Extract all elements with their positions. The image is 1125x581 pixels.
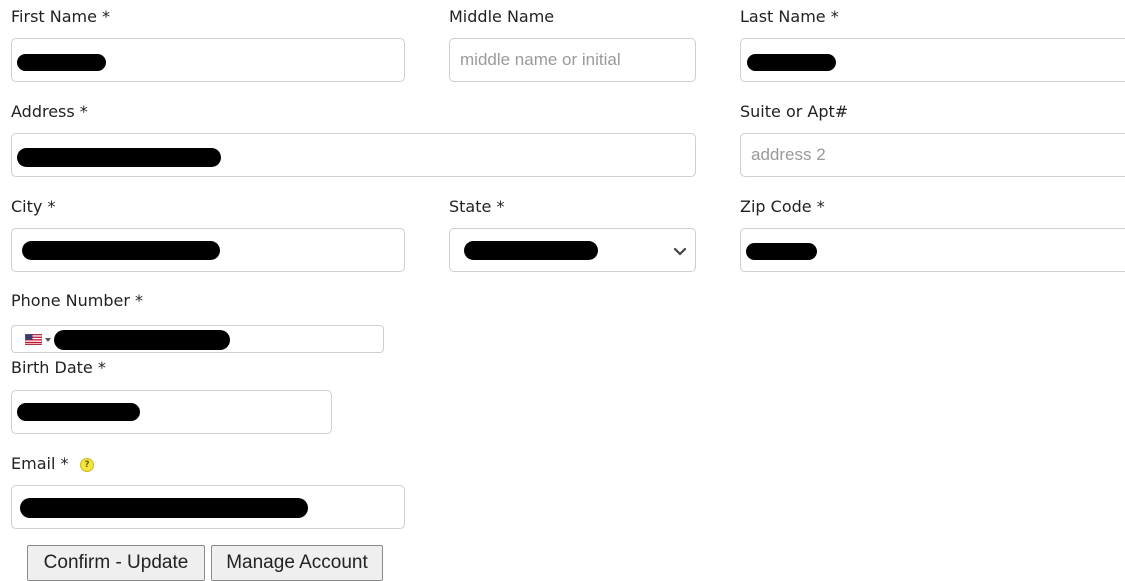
phone-label: Phone Number *: [11, 291, 144, 310]
redacted-value: [22, 241, 220, 260]
birth-date-label: Birth Date *: [11, 358, 106, 377]
redacted-value: [747, 54, 836, 71]
address-label: Address *: [11, 102, 88, 121]
email-input[interactable]: [11, 485, 405, 529]
first-name-input[interactable]: [11, 38, 405, 82]
redacted-value: [17, 403, 140, 421]
zip-input[interactable]: [740, 228, 1125, 272]
redacted-value: [746, 243, 817, 260]
question-help-icon[interactable]: ?: [80, 458, 94, 472]
redacted-value: [464, 241, 598, 260]
address-input[interactable]: [11, 133, 696, 177]
suite-placeholder: address 2: [751, 145, 826, 164]
country-dropdown-caret-icon[interactable]: [45, 338, 51, 342]
us-flag-icon[interactable]: [25, 334, 42, 345]
last-name-input[interactable]: [740, 38, 1125, 82]
redacted-value: [17, 54, 106, 71]
chevron-down-icon: [673, 247, 687, 256]
middle-name-label: Middle Name: [449, 7, 555, 26]
state-label: State *: [449, 197, 505, 216]
manage-account-button[interactable]: Manage Account: [211, 545, 383, 581]
city-label: City *: [11, 197, 56, 216]
suite-input[interactable]: address 2: [740, 133, 1125, 177]
first-name-label: First Name *: [11, 7, 111, 26]
redacted-value: [17, 148, 221, 167]
account-form: First Name * Middle Name middle name or …: [0, 0, 1125, 581]
zip-label: Zip Code *: [740, 197, 825, 216]
birth-date-input[interactable]: [11, 390, 332, 434]
phone-input[interactable]: [11, 325, 384, 353]
middle-name-input[interactable]: middle name or initial: [449, 38, 696, 82]
middle-name-placeholder: middle name or initial: [460, 50, 621, 69]
city-input[interactable]: [11, 228, 405, 272]
last-name-label: Last Name *: [740, 7, 839, 26]
redacted-value: [20, 498, 308, 518]
redacted-value: [54, 330, 230, 350]
confirm-update-button[interactable]: Confirm - Update: [27, 545, 205, 581]
state-select[interactable]: [449, 228, 696, 272]
email-label: Email *: [11, 454, 69, 473]
suite-label: Suite or Apt#: [740, 102, 849, 121]
